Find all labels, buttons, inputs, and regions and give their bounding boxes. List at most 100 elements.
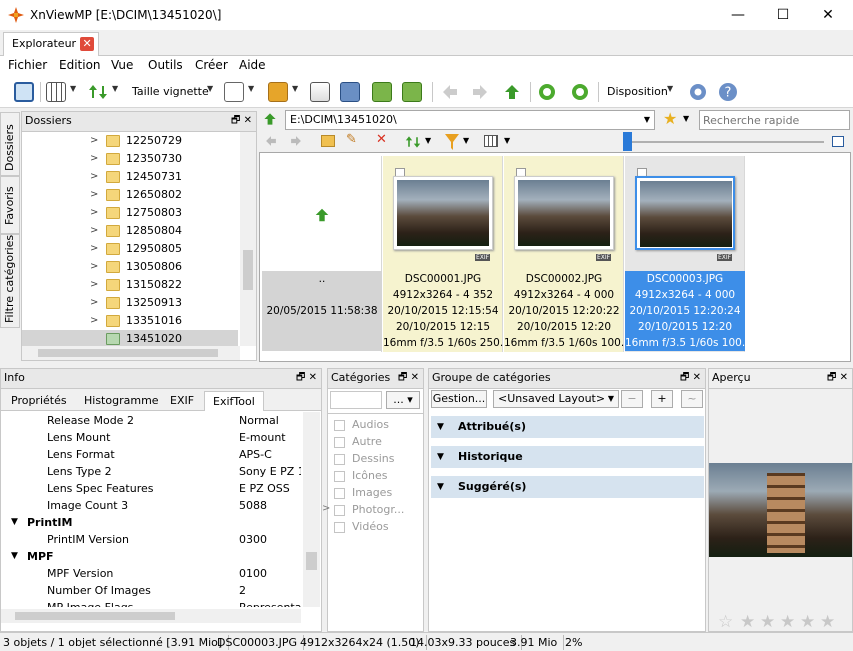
thumb-size-label[interactable]: Taille vignette xyxy=(132,85,209,98)
tree-item[interactable]: >12850804 xyxy=(22,222,238,240)
side-tab-favoris[interactable]: Favoris xyxy=(0,176,20,234)
slider-handle[interactable] xyxy=(623,132,632,151)
group-row[interactable]: ▼ Attribué(s) xyxy=(431,416,704,438)
tree-item[interactable]: >12350730 xyxy=(22,150,238,168)
category-options-dropdown[interactable]: ... ▾ xyxy=(386,391,420,409)
forward-icon[interactable] xyxy=(289,134,303,148)
star-icon[interactable]: ★ xyxy=(663,109,677,128)
tree-item[interactable]: >12750803 xyxy=(22,204,238,222)
chevron-right-icon[interactable]: > xyxy=(90,186,98,204)
chevron-right-icon[interactable]: > xyxy=(90,204,98,222)
menu-fichier[interactable]: Fichier xyxy=(8,58,47,72)
forward-icon[interactable] xyxy=(470,82,490,102)
close-button[interactable]: ✕ xyxy=(805,0,851,30)
rename-icon[interactable]: ✎ xyxy=(346,132,357,147)
tab-exif[interactable]: EXIF xyxy=(162,391,202,411)
category-item[interactable]: Icônes xyxy=(334,469,388,482)
tree-item[interactable]: >13150822 xyxy=(22,276,238,294)
chevron-down-icon[interactable]: ▼ xyxy=(683,114,689,123)
convert-icon[interactable] xyxy=(372,82,392,102)
thumb-item-selected[interactable]: EXIF DSC00003.JPG 4912x3264 - 4 000 20/1… xyxy=(625,156,745,352)
camera-icon[interactable] xyxy=(340,82,360,102)
tree-item[interactable]: >13351016 xyxy=(22,312,238,330)
category-search-input[interactable] xyxy=(330,391,382,409)
panel-float-close-buttons[interactable]: 🗗 ✕ xyxy=(398,369,419,387)
layout-label[interactable]: Disposition xyxy=(607,85,668,98)
tree-item-selected[interactable]: 13451020 xyxy=(22,330,238,346)
menu-vue[interactable]: Vue xyxy=(111,58,133,72)
tree-structure-icon[interactable] xyxy=(310,82,330,102)
rating-star-icon[interactable]: ★ xyxy=(820,612,835,632)
tab-histogramme[interactable]: Histogramme xyxy=(76,391,167,411)
menu-outils[interactable]: Outils xyxy=(148,58,183,72)
thumb-item[interactable]: EXIF DSC00001.JPG 4912x3264 - 4 352 20/1… xyxy=(383,156,503,352)
menu-edition[interactable]: Edition xyxy=(59,58,101,72)
panel-float-close-buttons[interactable]: 🗗 ✕ xyxy=(296,369,317,387)
side-tab-filtre-categories[interactable]: Filtre catégories xyxy=(0,234,20,328)
rating-star-icon[interactable]: ☆ xyxy=(718,612,733,632)
add-button[interactable]: + xyxy=(651,390,673,408)
chevron-right-icon[interactable]: > xyxy=(90,276,98,294)
horizontal-scrollbar[interactable] xyxy=(22,346,240,360)
category-item[interactable]: Autre xyxy=(334,435,382,448)
exif-group[interactable]: ▼ PrintIM xyxy=(1,514,301,531)
tree-item[interactable]: >12450731 xyxy=(22,168,238,186)
tree-item[interactable]: >12650802 xyxy=(22,186,238,204)
view-mode-icon[interactable] xyxy=(484,135,498,147)
horizontal-scrollbar[interactable] xyxy=(1,609,301,623)
filter-icon[interactable] xyxy=(224,82,244,102)
quick-search-input[interactable] xyxy=(699,110,850,130)
tree-item[interactable]: >12250729 xyxy=(22,132,238,150)
chevron-right-icon[interactable]: > xyxy=(90,294,98,312)
tree-item[interactable]: >13250913 xyxy=(22,294,238,312)
batch-convert-icon[interactable] xyxy=(402,82,422,102)
category-item[interactable]: > Photogr... xyxy=(322,503,404,516)
back-icon[interactable] xyxy=(440,82,460,102)
new-folder-icon[interactable] xyxy=(321,135,335,147)
panel-float-close-buttons[interactable]: 🗗 ✕ xyxy=(231,112,252,130)
scroll-thumb[interactable] xyxy=(38,349,218,357)
layout-select[interactable]: <Unsaved Layout> ▼ xyxy=(493,390,619,408)
menu-aide[interactable]: Aide xyxy=(239,58,266,72)
group-row[interactable]: ▼ Historique xyxy=(431,446,704,468)
category-item[interactable]: Vidéos xyxy=(334,520,389,533)
back-icon[interactable] xyxy=(264,134,278,148)
fit-icon[interactable] xyxy=(832,136,844,147)
rating-star-icon[interactable]: ★ xyxy=(780,612,795,632)
tab-explorateur[interactable]: Explorateur ✕ xyxy=(3,32,100,56)
bookmark-icon[interactable] xyxy=(268,82,288,102)
chevron-right-icon[interactable]: > xyxy=(90,132,98,150)
remove-button[interactable]: − xyxy=(621,390,643,408)
maximize-button[interactable]: ☐ xyxy=(760,0,806,30)
scroll-thumb[interactable] xyxy=(15,612,175,620)
chevron-right-icon[interactable]: > xyxy=(90,150,98,168)
chevron-right-icon[interactable]: > xyxy=(90,222,98,240)
panel-float-close-buttons[interactable]: 🗗 ✕ xyxy=(680,369,701,387)
up-folder-icon[interactable] xyxy=(502,82,522,102)
thumbnails-view-icon[interactable] xyxy=(46,82,66,102)
exif-group[interactable]: ▼ MPF xyxy=(1,548,301,565)
group-row[interactable]: ▼ Suggéré(s) xyxy=(431,476,704,498)
refresh-icon[interactable] xyxy=(537,82,557,102)
rating-star-icon[interactable]: ★ xyxy=(740,612,755,632)
chevron-down-icon[interactable]: ▼ xyxy=(70,84,76,93)
sort-icon[interactable] xyxy=(405,134,421,150)
category-item[interactable]: Audios xyxy=(334,418,389,431)
tree-item[interactable]: >12950805 xyxy=(22,240,238,258)
scroll-thumb[interactable] xyxy=(306,552,317,570)
manage-button[interactable]: Gestion... xyxy=(431,390,487,408)
gear-icon[interactable] xyxy=(688,82,708,102)
category-item[interactable]: Images xyxy=(334,486,392,499)
tab-proprietes[interactable]: Propriétés xyxy=(3,391,75,411)
side-tab-dossiers[interactable]: Dossiers xyxy=(0,112,20,176)
rating-star-icon[interactable]: ★ xyxy=(760,612,775,632)
chevron-down-icon[interactable]: ▼ xyxy=(644,111,650,129)
rating-star-icon[interactable]: ★ xyxy=(800,612,815,632)
tree-item[interactable]: >13050806 xyxy=(22,258,238,276)
vertical-scrollbar[interactable] xyxy=(240,132,256,346)
tab-exiftool[interactable]: ExifTool xyxy=(204,391,264,411)
help-icon[interactable]: ? xyxy=(718,82,738,102)
chevron-right-icon[interactable]: > xyxy=(90,258,98,276)
thumb-size-slider[interactable] xyxy=(624,141,824,143)
parent-folder-thumb[interactable]: .. 20/05/2015 11:58:38 xyxy=(262,156,382,352)
